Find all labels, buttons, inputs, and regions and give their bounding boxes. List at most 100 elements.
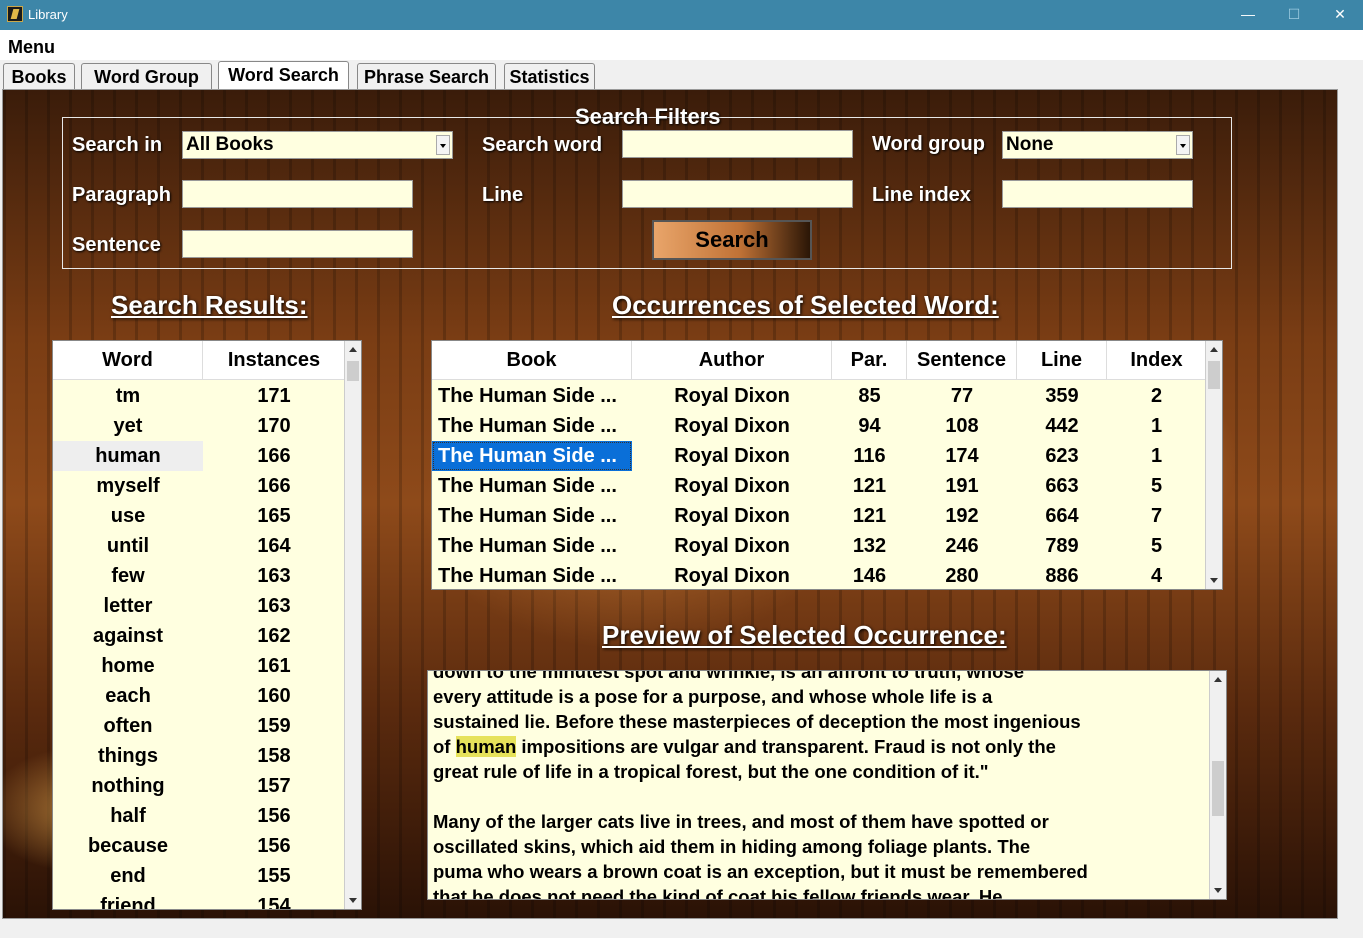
instances-cell[interactable]: 166 (203, 471, 345, 501)
table-row[interactable]: The Human Side ... Royal Dixon 132 246 789 5 (432, 531, 1206, 561)
table-row[interactable]: tm 171 (53, 381, 345, 411)
book-cell[interactable]: The Human Side ... (432, 531, 632, 561)
instances-cell[interactable]: 154 (203, 891, 345, 909)
paragraph-cell[interactable]: 85 (832, 381, 907, 411)
table-row[interactable]: because 156 (53, 831, 345, 861)
word-cell[interactable]: tm (53, 381, 203, 411)
word-cell[interactable]: human (53, 441, 203, 471)
scrollbar-thumb[interactable] (1212, 761, 1224, 816)
close-button[interactable]: ✕ (1317, 0, 1363, 30)
author-cell[interactable]: Royal Dixon (632, 501, 832, 531)
word-cell[interactable]: nothing (53, 771, 203, 801)
sentence-input[interactable] (182, 230, 413, 258)
author-cell[interactable]: Royal Dixon (632, 441, 832, 471)
table-row[interactable]: nothing 157 (53, 771, 345, 801)
sentence-cell[interactable]: 191 (907, 471, 1017, 501)
word-cell[interactable]: myself (53, 471, 203, 501)
instances-cell[interactable]: 162 (203, 621, 345, 651)
book-cell[interactable]: The Human Side ... (432, 381, 632, 411)
table-row[interactable]: until 164 (53, 531, 345, 561)
scroll-up-arrow-icon[interactable] (1206, 341, 1222, 358)
line-cell[interactable]: 663 (1017, 471, 1107, 501)
word-cell[interactable]: friend (53, 891, 203, 909)
instances-cell[interactable]: 161 (203, 651, 345, 681)
instances-cell[interactable]: 156 (203, 801, 345, 831)
instances-cell[interactable]: 166 (203, 441, 345, 471)
scrollbar-thumb[interactable] (347, 361, 359, 381)
word-cell[interactable]: end (53, 861, 203, 891)
index-cell[interactable]: 1 (1107, 411, 1206, 441)
instances-cell[interactable]: 165 (203, 501, 345, 531)
instances-cell[interactable]: 157 (203, 771, 345, 801)
table-row[interactable]: use 165 (53, 501, 345, 531)
book-cell[interactable]: The Human Side ... (432, 471, 632, 501)
word-cell[interactable]: use (53, 501, 203, 531)
tab-books[interactable]: Books (3, 63, 75, 89)
line-cell[interactable]: 623 (1017, 441, 1107, 471)
word-cell[interactable]: home (53, 651, 203, 681)
word-cell[interactable]: against (53, 621, 203, 651)
table-row[interactable]: things 158 (53, 741, 345, 771)
paragraph-cell[interactable]: 146 (832, 561, 907, 589)
instances-cell[interactable]: 163 (203, 591, 345, 621)
table-row[interactable]: each 160 (53, 681, 345, 711)
paragraph-cell[interactable]: 121 (832, 501, 907, 531)
author-cell[interactable]: Royal Dixon (632, 561, 832, 589)
sentence-cell[interactable]: 108 (907, 411, 1017, 441)
table-row[interactable]: The Human Side ... Royal Dixon 121 192 664 7 (432, 501, 1206, 531)
line-cell[interactable]: 886 (1017, 561, 1107, 589)
instances-cell[interactable]: 170 (203, 411, 345, 441)
tab-statistics[interactable]: Statistics (504, 63, 595, 89)
word-cell[interactable]: until (53, 531, 203, 561)
word-cell[interactable]: because (53, 831, 203, 861)
index-cell[interactable]: 2 (1107, 381, 1206, 411)
chevron-down-icon[interactable] (1176, 135, 1190, 155)
line-input[interactable] (622, 180, 853, 208)
paragraph-cell[interactable]: 121 (832, 471, 907, 501)
instances-cell[interactable]: 164 (203, 531, 345, 561)
column-header-word[interactable]: Word (53, 341, 203, 379)
search-button[interactable]: Search (652, 220, 812, 260)
table-row[interactable]: The Human Side ... Royal Dixon 116 174 623 1 (432, 441, 1206, 471)
instances-cell[interactable]: 171 (203, 381, 345, 411)
search-in-combobox[interactable]: All Books (182, 131, 453, 159)
occurrences-grid[interactable]: Book Author Par. Sentence Line Index The… (431, 340, 1223, 590)
occurrence-preview-textbox[interactable]: down to the minutest spot and wrinkle, i… (427, 670, 1227, 900)
table-row[interactable]: home 161 (53, 651, 345, 681)
book-cell[interactable]: The Human Side ... (432, 501, 632, 531)
column-header-author[interactable]: Author (632, 341, 832, 379)
instances-cell[interactable]: 163 (203, 561, 345, 591)
occurrences-scrollbar[interactable] (1205, 341, 1222, 589)
column-header-sentence[interactable]: Sentence (907, 341, 1017, 379)
scrollbar-thumb[interactable] (1208, 361, 1220, 389)
line-cell[interactable]: 789 (1017, 531, 1107, 561)
book-cell[interactable]: The Human Side ... (432, 561, 632, 589)
word-cell[interactable]: few (53, 561, 203, 591)
table-row[interactable]: myself 166 (53, 471, 345, 501)
results-scrollbar[interactable] (344, 341, 361, 909)
search-results-grid[interactable]: Word Instances tm 171 yet 170 human 166 myself… (52, 340, 362, 910)
index-cell[interactable]: 4 (1107, 561, 1206, 589)
sentence-cell[interactable]: 77 (907, 381, 1017, 411)
table-row[interactable]: friend 154 (53, 891, 345, 909)
maximize-button[interactable]: ☐ (1271, 0, 1317, 30)
index-cell[interactable]: 7 (1107, 501, 1206, 531)
book-cell[interactable]: The Human Side ... (432, 411, 632, 441)
scroll-down-arrow-icon[interactable] (1210, 882, 1226, 899)
line-cell[interactable]: 442 (1017, 411, 1107, 441)
instances-cell[interactable]: 159 (203, 711, 345, 741)
column-header-instances[interactable]: Instances (203, 341, 345, 379)
line-cell[interactable]: 359 (1017, 381, 1107, 411)
column-header-book[interactable]: Book (432, 341, 632, 379)
author-cell[interactable]: Royal Dixon (632, 471, 832, 501)
instances-cell[interactable]: 156 (203, 831, 345, 861)
table-row[interactable]: The Human Side ... Royal Dixon 146 280 886 4 (432, 561, 1206, 589)
table-row[interactable]: against 162 (53, 621, 345, 651)
scroll-down-arrow-icon[interactable] (1206, 572, 1222, 589)
index-cell[interactable]: 1 (1107, 441, 1206, 471)
tab-word-group[interactable]: Word Group (81, 63, 212, 89)
book-cell[interactable]: The Human Side ... (432, 441, 632, 471)
table-row[interactable]: human 166 (53, 441, 345, 471)
column-header-paragraph[interactable]: Par. (832, 341, 907, 379)
instances-cell[interactable]: 158 (203, 741, 345, 771)
